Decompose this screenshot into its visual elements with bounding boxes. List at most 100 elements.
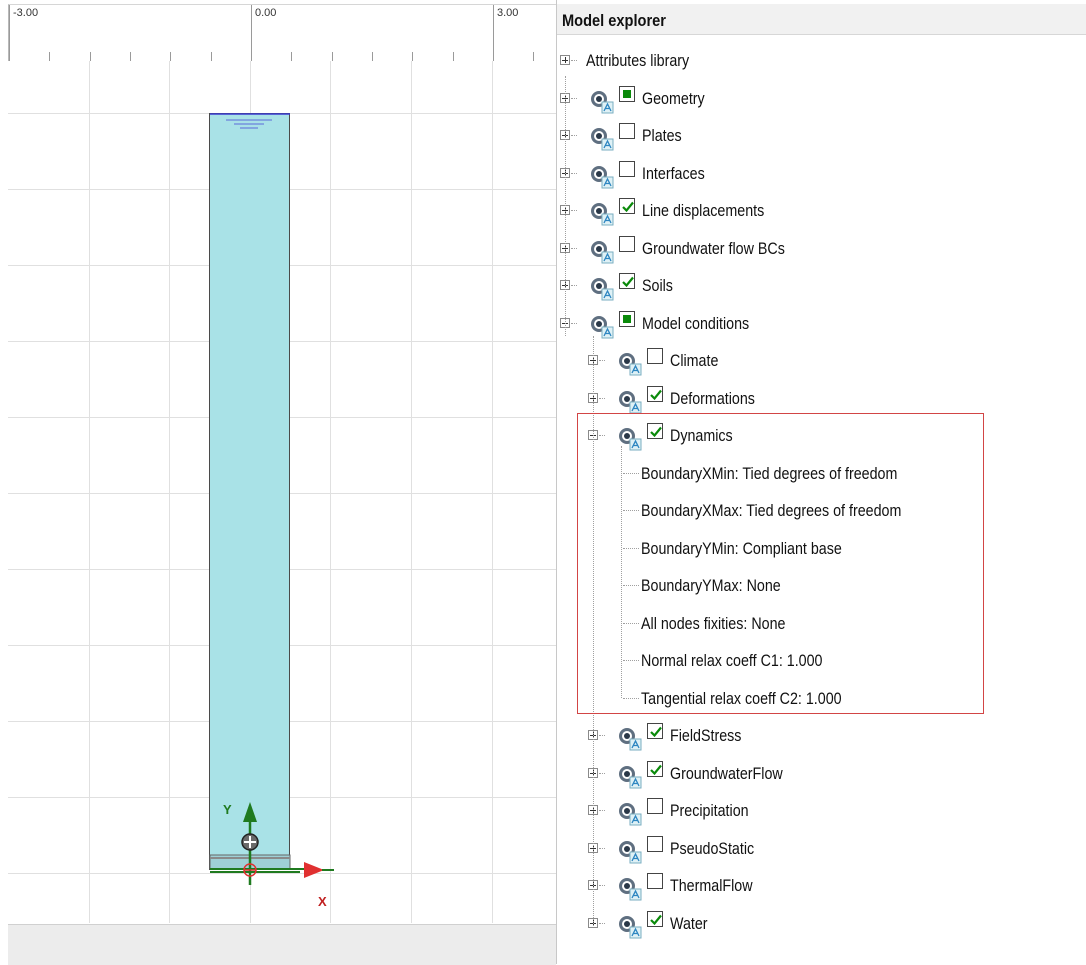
- tree-connector: [571, 173, 577, 175]
- tree-connector: [599, 923, 605, 925]
- checkbox-checked[interactable]: [647, 723, 663, 739]
- tree-item-attributes-library[interactable]: Attributes library: [557, 46, 1086, 76]
- tree-item-groundwaterflow[interactable]: GroundwaterFlow: [557, 759, 1086, 789]
- grid-line-vertical: [330, 61, 331, 923]
- tree-item-model-conditions[interactable]: Model conditions: [557, 309, 1086, 339]
- tree-item-climate[interactable]: Climate: [557, 346, 1086, 376]
- visibility-eye-icon[interactable]: [617, 801, 643, 827]
- tree-item-label: Geometry: [642, 89, 705, 108]
- horizontal-ruler: -3.00 0.00 3.00: [8, 4, 557, 62]
- ruler-minor-tick: [291, 52, 292, 61]
- ruler-minor-tick: [372, 52, 373, 61]
- checkbox-partial[interactable]: [619, 311, 635, 327]
- checkbox-partial[interactable]: [619, 86, 635, 102]
- grid-line-vertical: [169, 61, 170, 923]
- tree-item-soils[interactable]: Soils: [557, 271, 1086, 301]
- tree-item-label: Soils: [642, 276, 673, 295]
- visibility-eye-icon[interactable]: [589, 126, 615, 152]
- checkbox-unchecked[interactable]: [647, 348, 663, 364]
- checkbox-checked[interactable]: [619, 198, 635, 214]
- drawing-canvas[interactable]: -3.00 0.00 3.00 Y X: [0, 0, 557, 965]
- visibility-eye-icon[interactable]: [617, 839, 643, 865]
- tree-guide-line: [565, 76, 567, 336]
- ruler-minor-tick: [49, 52, 50, 61]
- visibility-eye-icon[interactable]: [589, 89, 615, 115]
- tree-item-line-displacements[interactable]: Line displacements: [557, 196, 1086, 226]
- ruler-minor-tick: [251, 52, 252, 61]
- tree-connector: [599, 773, 605, 775]
- ruler-label: -3.00: [13, 7, 39, 19]
- ruler-minor-tick: [493, 52, 494, 61]
- ruler-minor-tick: [170, 52, 171, 61]
- ruler-minor-tick: [211, 52, 212, 61]
- visibility-eye-icon[interactable]: [589, 164, 615, 190]
- visibility-eye-icon[interactable]: [617, 764, 643, 790]
- grid-line-vertical: [492, 61, 493, 923]
- tree-item-label: FieldStress: [670, 726, 742, 745]
- tree-connector: [599, 810, 605, 812]
- tree-item-label: Model conditions: [642, 314, 750, 333]
- tree-item-label: Precipitation: [670, 801, 749, 820]
- checkbox-unchecked[interactable]: [619, 236, 635, 252]
- status-bar: [8, 924, 556, 965]
- tree-item-pseudostatic[interactable]: PseudoStatic: [557, 834, 1086, 864]
- tree-item-label: GroundwaterFlow: [670, 764, 783, 783]
- tree-item-plates[interactable]: Plates: [557, 121, 1086, 151]
- checkbox-unchecked[interactable]: [647, 873, 663, 889]
- tree-item-label: Interfaces: [642, 164, 705, 183]
- tree-item-label: Plates: [642, 126, 682, 145]
- visibility-eye-icon[interactable]: [589, 239, 615, 265]
- tree-item-water[interactable]: Water: [557, 909, 1086, 939]
- tree-connector: [571, 135, 577, 137]
- tree-item-label: Line displacements: [642, 201, 765, 220]
- visibility-eye-icon[interactable]: [617, 876, 643, 902]
- tree-item-thermalflow[interactable]: ThermalFlow: [557, 871, 1086, 901]
- tree-item-groundwater-flow-bcs[interactable]: Groundwater flow BCs: [557, 234, 1086, 264]
- tree-connector: [599, 398, 605, 400]
- model-explorer-title: Model explorer: [562, 11, 666, 30]
- checkbox-unchecked[interactable]: [647, 798, 663, 814]
- visibility-eye-icon[interactable]: [589, 201, 615, 227]
- expand-icon[interactable]: [560, 55, 570, 65]
- ruler-minor-tick: [332, 52, 333, 61]
- checkbox-unchecked[interactable]: [647, 836, 663, 852]
- checkbox-checked[interactable]: [619, 273, 635, 289]
- tree-connector: [599, 735, 605, 737]
- tree-connector: [571, 323, 577, 325]
- visibility-eye-icon[interactable]: [617, 389, 643, 415]
- tree-item-label: Groundwater flow BCs: [642, 239, 785, 258]
- tree-item-geometry[interactable]: Geometry: [557, 84, 1086, 114]
- tree-connector: [599, 848, 605, 850]
- visibility-eye-icon[interactable]: [589, 276, 615, 302]
- tree-item-interfaces[interactable]: Interfaces: [557, 159, 1086, 189]
- checkbox-checked[interactable]: [647, 386, 663, 402]
- tree-connector: [571, 285, 577, 287]
- tree-item-label: PseudoStatic: [670, 839, 755, 858]
- grid-line-vertical: [411, 61, 412, 923]
- tree-item-label: Attributes library: [586, 51, 690, 70]
- ruler-minor-tick: [9, 52, 10, 61]
- visibility-eye-icon[interactable]: [617, 351, 643, 377]
- tree-item-label: Deformations: [670, 389, 755, 408]
- grid-line-horizontal: [8, 873, 556, 874]
- checkbox-checked[interactable]: [647, 761, 663, 777]
- checkbox-checked[interactable]: [647, 911, 663, 927]
- checkbox-unchecked[interactable]: [619, 161, 635, 177]
- tree-connector: [571, 98, 577, 100]
- tree-connector: [571, 248, 577, 250]
- tree-item-label: Water: [670, 914, 708, 933]
- ruler-minor-tick: [533, 52, 534, 61]
- ruler-minor-tick: [90, 52, 91, 61]
- tree-connector: [599, 885, 605, 887]
- soil-column[interactable]: [209, 113, 290, 870]
- ruler-label: 3.00: [497, 7, 519, 19]
- tree-connector: [571, 60, 577, 62]
- tree-item-precipitation[interactable]: Precipitation: [557, 796, 1086, 826]
- tree-item-deformations[interactable]: Deformations: [557, 384, 1086, 414]
- visibility-eye-icon[interactable]: [617, 726, 643, 752]
- tree-item-fieldstress[interactable]: FieldStress: [557, 721, 1086, 751]
- visibility-eye-icon[interactable]: [617, 914, 643, 940]
- ruler-minor-tick: [453, 52, 454, 61]
- checkbox-unchecked[interactable]: [619, 123, 635, 139]
- tree-item-label: ThermalFlow: [670, 876, 753, 895]
